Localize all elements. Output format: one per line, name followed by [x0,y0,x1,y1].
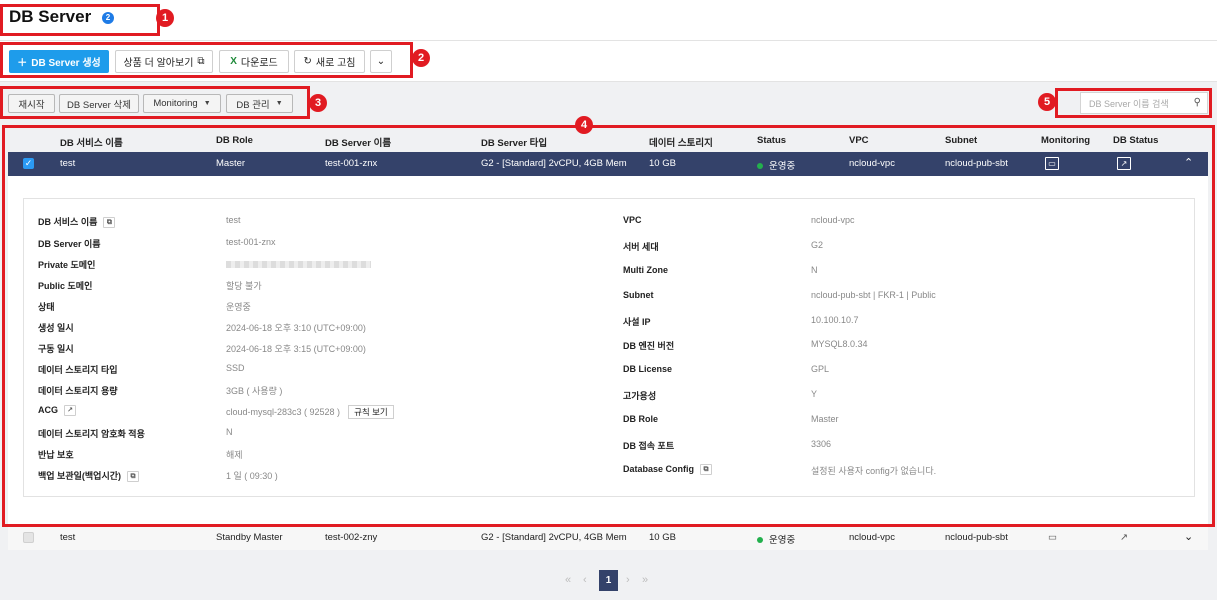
status-text: 운영중 [769,535,796,546]
external-link-icon[interactable]: ↗ [1120,532,1128,543]
status-dot-icon [757,537,763,544]
pagination: « ‹ 1 › » [0,570,1217,594]
annotation-box [0,4,160,36]
annotation-number: 1 [156,9,174,27]
annotation-box [0,42,413,78]
cell-subnet: ncloud-pub-sbt [945,532,1008,543]
cell-storage: 10 GB [649,532,676,543]
cell-server-type: G2 - [Standard] 2vCPU, 4GB Mem [481,532,627,543]
cell-server-name: test-002-zny [325,532,378,543]
first-page-icon[interactable]: « [565,574,571,586]
cell-db-role: Standby Master [216,532,283,543]
row-checkbox[interactable] [23,532,34,543]
annotation-number: 2 [412,49,430,67]
annotation-number: 4 [575,116,593,134]
cell-service-name: test [60,532,76,543]
page-header: DB Server 2 [0,0,1217,41]
monitor-icon[interactable]: ▭ [1048,532,1057,543]
table-row[interactable]: test Standby Master test-002-zny G2 - [S… [8,526,1208,550]
next-page-icon[interactable]: › [626,574,630,586]
annotation-number: 3 [309,94,327,112]
last-page-icon[interactable]: » [642,574,648,586]
cell-status: 운영중 [757,532,795,546]
chevron-down-icon[interactable]: ⌄ [1184,530,1193,543]
annotation-box [1055,88,1212,118]
current-page[interactable]: 1 [599,570,618,591]
annotation-box [2,125,1215,527]
annotation-box [0,86,310,119]
annotation-number: 5 [1038,93,1056,111]
cell-vpc: ncloud-vpc [849,532,895,543]
prev-page-icon[interactable]: ‹ [583,574,587,586]
